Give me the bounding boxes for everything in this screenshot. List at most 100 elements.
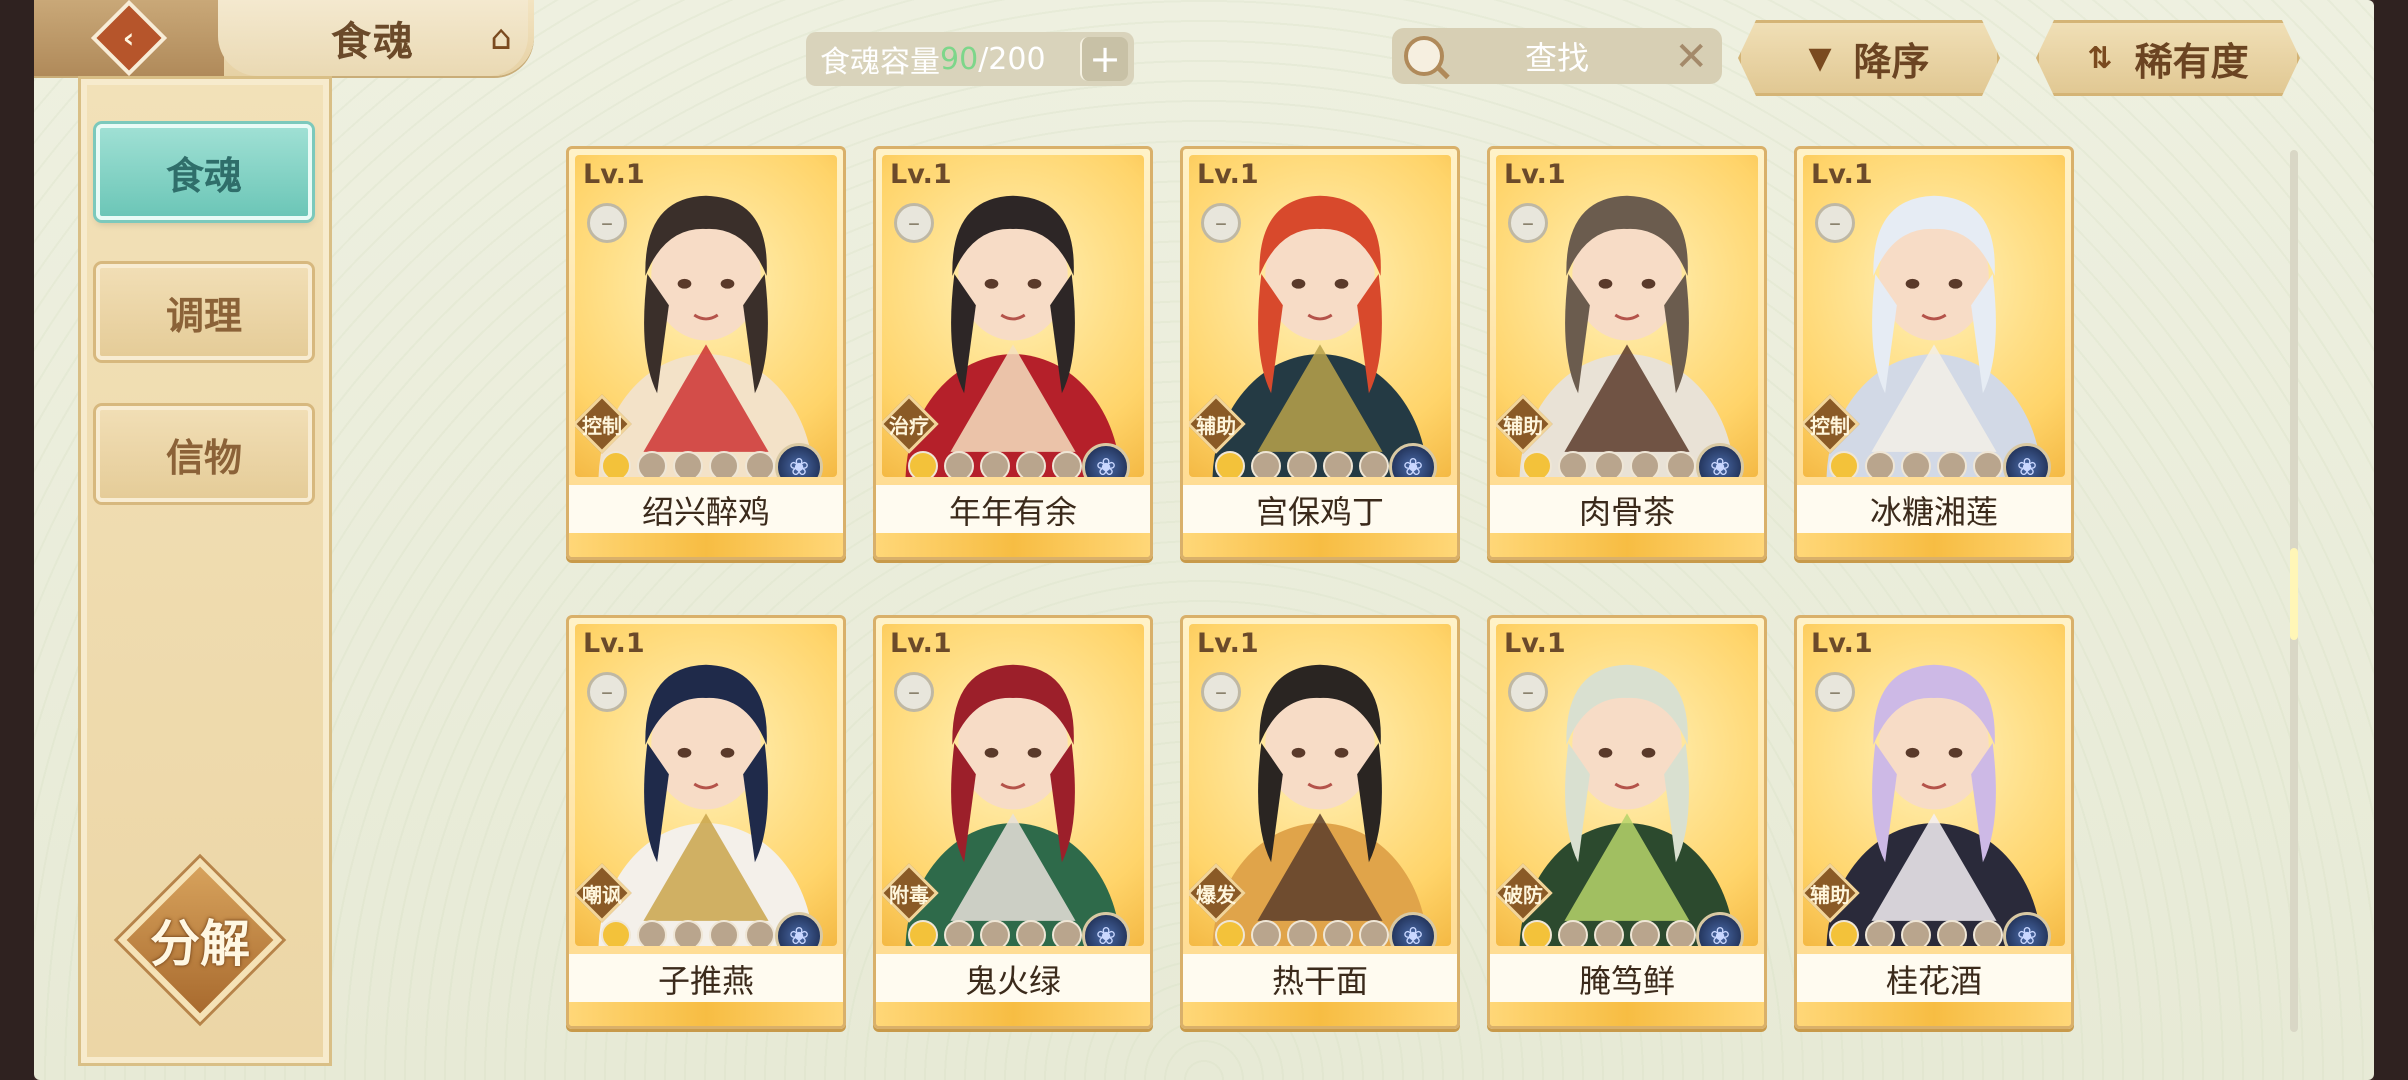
role-badge: 嘲讽 [575,863,632,923]
search-input[interactable]: 查找 ✕ [1392,28,1722,84]
card-portrait-frame: Lv.1 – 辅助 ❀ [1496,155,1758,477]
role-badge: 爆发 [1189,863,1246,923]
role-label: 辅助 [1810,882,1850,907]
card-portrait-frame: Lv.1 – 治疗 ❀ [882,155,1144,477]
food-soul-card[interactable]: Lv.1 – 附毒 ❀ 鬼火绿 [873,615,1153,1029]
sort-order-label: 降序 [1853,39,1930,84]
star-rating [1208,913,1396,946]
star-rating [1822,913,2010,946]
card-name: 肉骨茶 [1490,485,1764,535]
card-bottom-bar [876,1002,1150,1026]
sidebar-item-food-souls[interactable]: 食魂 [96,124,312,220]
role-label: 附毒 [889,882,929,907]
role-label: 控制 [1810,413,1850,438]
scrollbar-thumb[interactable] [2290,548,2298,640]
clear-icon[interactable]: ✕ [1674,34,1708,80]
card-portrait-frame: Lv.1 – 嘲讽 ❀ [575,624,837,946]
star-rating [1822,444,2010,477]
card-name: 绍兴醉鸡 [569,485,843,535]
card-level: Lv.1 [1504,159,1566,190]
capacity-label: 食魂容量 [820,45,940,80]
sort-rarity-button[interactable]: ⇅ 稀有度 [2036,20,2300,96]
capacity-current: 90 [940,41,979,77]
card-bottom-bar [1490,533,1764,557]
card-name: 年年有余 [876,485,1150,535]
decompose-label: 分解 [150,914,250,973]
lock-icon[interactable]: – [1508,203,1548,243]
card-name: 子推燕 [569,954,843,1004]
lock-icon[interactable]: – [1815,672,1855,712]
back-button[interactable]: ‹ [34,0,224,77]
role-label: 破防 [1503,882,1543,907]
role-label: 治疗 [889,413,929,438]
sort-rarity-label: 稀有度 [2134,39,2249,84]
star-rating [901,913,1089,946]
card-name: 冰糖湘莲 [1797,485,2071,535]
card-bottom-bar [569,1002,843,1026]
capacity-max: /200 [978,41,1046,77]
food-soul-card[interactable]: Lv.1 – 爆发 ❀ 热干面 [1180,615,1460,1029]
card-bottom-bar [876,533,1150,557]
star-rating [1515,444,1703,477]
food-soul-card[interactable]: Lv.1 – 辅助 ❀ 宫保鸡丁 [1180,146,1460,560]
role-badge: 辅助 [1803,863,1860,923]
role-label: 辅助 [1503,413,1543,438]
card-level: Lv.1 [890,628,952,659]
role-badge: 破防 [1496,863,1553,923]
card-name: 宫保鸡丁 [1183,485,1457,535]
role-badge: 附毒 [882,863,939,923]
pavilion-icon[interactable]: ⌂ [476,16,526,60]
role-label: 爆发 [1196,882,1236,907]
food-soul-card[interactable]: Lv.1 – 控制 ❀ 绍兴醉鸡 [566,146,846,560]
food-soul-card[interactable]: Lv.1 – 控制 ❀ 冰糖湘莲 [1794,146,2074,560]
card-name: 桂花酒 [1797,954,2071,1004]
capacity-display: 食魂容量 90/200 + [806,32,1134,86]
card-portrait-frame: Lv.1 – 控制 ❀ [575,155,837,477]
role-badge: 控制 [575,394,632,454]
lock-icon[interactable]: – [1201,672,1241,712]
star-rating [1515,913,1703,946]
sidebar-item-cooking[interactable]: 调理 [96,264,312,360]
card-bottom-bar [1797,533,2071,557]
star-rating [1208,444,1396,477]
food-soul-card[interactable]: Lv.1 – 辅助 ❀ 桂花酒 [1794,615,2074,1029]
lock-icon[interactable]: – [1201,203,1241,243]
role-badge: 辅助 [1496,394,1553,454]
role-label: 控制 [582,413,622,438]
food-soul-card[interactable]: Lv.1 – 嘲讽 ❀ 子推燕 [566,615,846,1029]
sort-down-icon: ▼ [1808,40,1832,76]
lock-icon[interactable]: – [587,203,627,243]
card-level: Lv.1 [1811,628,1873,659]
star-rating [594,913,782,946]
card-level: Lv.1 [1504,628,1566,659]
card-portrait-frame: Lv.1 – 爆发 ❀ [1189,624,1451,946]
card-portrait-frame: Lv.1 – 辅助 ❀ [1803,624,2065,946]
add-capacity-button[interactable]: + [1080,37,1128,81]
back-arrow-icon: ‹ [90,0,168,77]
lock-icon[interactable]: – [894,203,934,243]
food-soul-card[interactable]: Lv.1 – 辅助 ❀ 肉骨茶 [1487,146,1767,560]
role-badge: 辅助 [1189,394,1246,454]
food-soul-card[interactable]: Lv.1 – 治疗 ❀ 年年有余 [873,146,1153,560]
left-bezel [0,0,34,1080]
lock-icon[interactable]: – [894,672,934,712]
right-bezel [2374,0,2408,1080]
card-level: Lv.1 [583,159,645,190]
card-name: 鬼火绿 [876,954,1150,1004]
card-level: Lv.1 [1811,159,1873,190]
lock-icon[interactable]: – [1508,672,1548,712]
sort-order-button[interactable]: ▼ 降序 [1738,20,2000,96]
card-bottom-bar [1183,1002,1457,1026]
sort-swap-icon: ⇅ [2087,40,2113,76]
food-soul-card[interactable]: Lv.1 – 破防 ❀ 腌笃鲜 [1487,615,1767,1029]
role-label: 嘲讽 [582,882,622,907]
role-badge: 治疗 [882,394,939,454]
card-portrait-frame: Lv.1 – 破防 ❀ [1496,624,1758,946]
card-bottom-bar [1183,533,1457,557]
star-rating [901,444,1089,477]
card-portrait-frame: Lv.1 – 辅助 ❀ [1189,155,1451,477]
lock-icon[interactable]: – [587,672,627,712]
sidebar-item-tokens[interactable]: 信物 [96,406,312,502]
decompose-button[interactable]: 分解 [117,857,283,1023]
lock-icon[interactable]: – [1815,203,1855,243]
